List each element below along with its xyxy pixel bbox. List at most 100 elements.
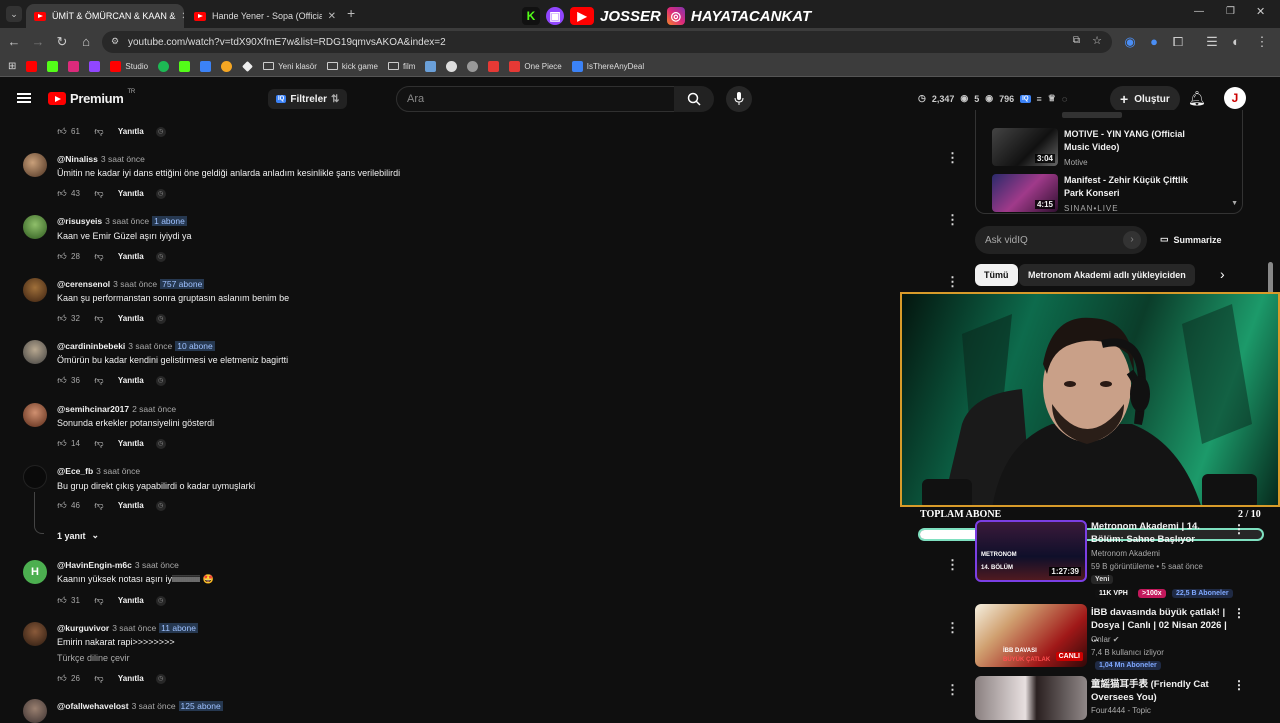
bookmark-folder-film[interactable]: film bbox=[387, 62, 415, 71]
like-icon[interactable]: 👍︎ bbox=[57, 251, 67, 262]
filters-button[interactable]: IQ Filtreler ⇅ bbox=[268, 89, 348, 109]
dislike-icon[interactable]: 👎︎ bbox=[94, 126, 104, 137]
channel-name[interactable]: Metronom Akademi bbox=[1091, 549, 1160, 558]
chip-from-uploader[interactable]: Metronom Akademi adlı yükleyiciden bbox=[1019, 264, 1195, 286]
extension-icon[interactable]: ● bbox=[1146, 34, 1162, 49]
vidiq-reply-icon[interactable]: ◷ bbox=[155, 595, 166, 606]
home-icon[interactable]: ⌂ bbox=[78, 34, 94, 49]
dislike-icon[interactable]: 👎︎ bbox=[94, 595, 104, 606]
forward-icon[interactable]: → bbox=[30, 34, 46, 49]
video-options-icon[interactable]: ⋮ bbox=[946, 557, 959, 573]
video-options-icon[interactable]: ⋮ bbox=[946, 620, 959, 636]
vidiq-reply-icon[interactable]: ◷ bbox=[155, 251, 166, 262]
avatar[interactable] bbox=[23, 622, 47, 646]
avatar[interactable] bbox=[23, 340, 47, 364]
browser-tab-active[interactable]: ÜMİT & ÖMÜRCAN & KAAN & ✕ bbox=[26, 4, 184, 28]
tab-groups-icon[interactable]: ☰ bbox=[1204, 34, 1220, 50]
vidiq-reply-icon[interactable]: ◷ bbox=[155, 126, 166, 137]
send-arrow-icon[interactable]: › bbox=[1123, 231, 1141, 249]
dislike-icon[interactable]: 👎︎ bbox=[94, 188, 104, 199]
comment-author[interactable]: @ofallwehavelost 3 saat önce 125 abone bbox=[57, 701, 223, 711]
comment-options-icon[interactable]: ⋮ bbox=[946, 150, 959, 166]
reload-icon[interactable]: ↻ bbox=[54, 34, 70, 50]
create-button[interactable]: + Oluştur bbox=[1110, 86, 1180, 112]
like-icon[interactable]: 👍︎ bbox=[57, 375, 67, 386]
address-bar[interactable]: ⚙ youtube.com/watch?v=tdX90XfmE7w&list=R… bbox=[102, 31, 1112, 53]
menu-hamburger-icon[interactable] bbox=[17, 93, 31, 103]
comment-author[interactable]: @HavinEngin-m6c 3 saat önce bbox=[57, 560, 179, 570]
video-options-icon[interactable]: ⋮ bbox=[1233, 678, 1245, 692]
bookmark-icon[interactable] bbox=[242, 60, 254, 72]
close-window-icon[interactable]: ✕ bbox=[1256, 5, 1265, 18]
reply-button[interactable]: Yanıtla bbox=[118, 314, 144, 323]
chat-icon[interactable]: ◌ bbox=[1062, 94, 1067, 104]
translate-link[interactable]: Türkçe diline çevir bbox=[57, 653, 130, 663]
comment-options-icon[interactable]: ⋮ bbox=[946, 274, 959, 290]
restore-window-icon[interactable]: ❐ bbox=[1226, 6, 1235, 17]
comment-author[interactable]: @Ece_fb 3 saat önce bbox=[57, 466, 140, 476]
summarize-button[interactable]: ▭ Summarize bbox=[1160, 234, 1222, 245]
dislike-icon[interactable]: 👎︎ bbox=[94, 313, 104, 324]
comment-author[interactable]: @cerensenol 3 saat önce 757 abone bbox=[57, 279, 205, 289]
vidiq-reply-icon[interactable]: ◷ bbox=[155, 375, 166, 386]
extension-icon[interactable]: ◉ bbox=[1122, 34, 1138, 50]
dislike-icon[interactable]: 👎︎ bbox=[94, 438, 104, 449]
comment-author[interactable]: @kurguvivor 3 saat önce 11 abone bbox=[57, 623, 198, 633]
comment-author[interactable]: @cardininbebeki 3 saat önce 10 abone bbox=[57, 341, 215, 351]
extensions-puzzle-icon[interactable]: ⧠ bbox=[1170, 34, 1186, 50]
search-input[interactable]: Ara bbox=[396, 86, 676, 112]
reply-button[interactable]: Yanıtla bbox=[118, 439, 144, 448]
like-icon[interactable]: 👍︎ bbox=[57, 673, 67, 684]
bookmark-icon[interactable] bbox=[467, 60, 479, 72]
like-icon[interactable]: 👍︎ bbox=[57, 313, 67, 324]
bookmark-folder-yeni-klasor[interactable]: Yeni klasör bbox=[263, 62, 317, 71]
bookmark-studio[interactable]: Studio bbox=[110, 60, 148, 72]
chip-all[interactable]: Tümü bbox=[975, 264, 1018, 286]
like-icon[interactable]: 👍︎ bbox=[57, 595, 67, 606]
vidiq-reply-icon[interactable]: ◷ bbox=[155, 313, 166, 324]
vidiq-reply-icon[interactable]: ◷ bbox=[155, 438, 166, 449]
dislike-icon[interactable]: 👎︎ bbox=[94, 500, 104, 511]
browser-menu-icon[interactable]: ⋮ bbox=[1254, 34, 1270, 50]
recommended-video[interactable]: İBB DAVASI BÜYÜK ÇATLAK CANLI İBB davası… bbox=[975, 604, 1275, 670]
bookmark-youtube[interactable] bbox=[26, 60, 38, 72]
bookmark-spotify[interactable] bbox=[158, 60, 170, 72]
recommended-video[interactable]: METRONOM 14. BÖLÜM 1:27:39 Metronom Akad… bbox=[975, 518, 1275, 598]
new-tab-button[interactable]: + bbox=[347, 5, 355, 21]
bookmark-icon[interactable] bbox=[488, 60, 500, 72]
close-tab-icon[interactable]: ✕ bbox=[175, 11, 184, 22]
bookmark-icon[interactable] bbox=[446, 60, 458, 72]
video-options-icon[interactable]: ⋮ bbox=[946, 682, 959, 698]
replies-toggle[interactable]: 1 yanıt ⌄ bbox=[57, 530, 99, 541]
reply-button[interactable]: Yanıtla bbox=[118, 674, 144, 683]
dislike-icon[interactable]: 👎︎ bbox=[94, 251, 104, 262]
trophy-icon[interactable]: ♕ bbox=[1048, 93, 1056, 104]
reply-button[interactable]: Yanıtla bbox=[118, 501, 144, 510]
avatar[interactable] bbox=[23, 278, 47, 302]
browser-tab[interactable]: Hande Yener - Sopa (Official Vi ✕ bbox=[186, 4, 344, 28]
profile-icon[interactable]: ◐ bbox=[1228, 34, 1244, 49]
comment-options-icon[interactable]: ⋮ bbox=[946, 212, 959, 228]
site-info-icon[interactable]: ⚙ bbox=[111, 36, 119, 47]
vidiq-reply-icon[interactable]: ◷ bbox=[155, 673, 166, 684]
like-icon[interactable]: 👍︎ bbox=[57, 188, 67, 199]
bookmark-folder-kick-game[interactable]: kick game bbox=[326, 62, 378, 71]
avatar[interactable] bbox=[23, 699, 47, 723]
avatar[interactable] bbox=[23, 215, 47, 239]
video-options-icon[interactable]: ⋮ bbox=[1233, 606, 1245, 620]
notifications-bell-icon[interactable]: 🔔︎ bbox=[1188, 90, 1206, 107]
channel-name[interactable]: Onlar ✔ bbox=[1091, 635, 1120, 644]
avatar[interactable] bbox=[23, 465, 47, 489]
reply-button[interactable]: Yanıtla bbox=[118, 189, 144, 198]
avatar[interactable]: H bbox=[23, 560, 47, 584]
scroll-down-arrow-icon[interactable]: ▼ bbox=[1231, 200, 1238, 207]
close-tab-icon[interactable]: ✕ bbox=[322, 11, 336, 22]
avatar[interactable] bbox=[23, 153, 47, 177]
bookmark-star-icon[interactable]: ☆ bbox=[1092, 34, 1102, 47]
voice-search-button[interactable] bbox=[726, 86, 752, 112]
reply-button[interactable]: Yanıtla bbox=[118, 127, 144, 136]
comment-author[interactable]: @semihcinar2017 2 saat önce bbox=[57, 404, 176, 414]
comment-author[interactable]: @Ninaliss 3 saat önce bbox=[57, 154, 145, 164]
minimize-window-icon[interactable]: — bbox=[1194, 6, 1204, 17]
back-icon[interactable]: ← bbox=[6, 34, 22, 49]
